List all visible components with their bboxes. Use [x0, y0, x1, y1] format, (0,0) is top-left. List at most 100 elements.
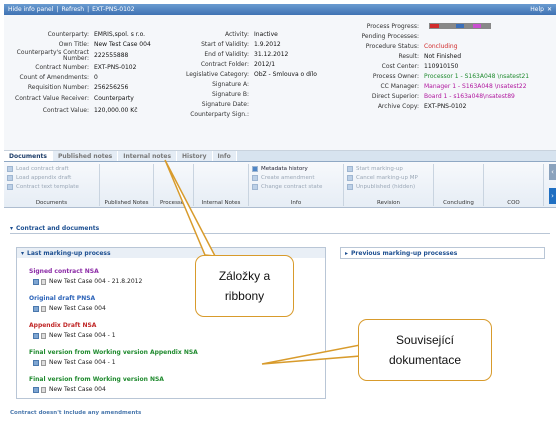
- ribbon-button-label: Load contract draft: [16, 165, 69, 172]
- info-row: Procedure Status: Concluding: [334, 41, 529, 51]
- ribbon-icon: [252, 165, 258, 172]
- callout-related-docs: Související dokumentace: [358, 319, 492, 381]
- word-doc-icon[interactable]: [33, 359, 39, 366]
- info-row: Contract Value: 120,000.00 Kč: [4, 105, 151, 115]
- ribbon-group-info: Metadata history Create amendment Change c…: [249, 164, 344, 206]
- info-row: CC Manager: Manager 1 - S163A048 \nsatest…: [334, 81, 529, 91]
- info-label: Direct Superior:: [371, 92, 419, 100]
- refresh-link[interactable]: Refresh: [61, 6, 84, 13]
- ribbon-button[interactable]: Create amendment: [249, 173, 343, 182]
- info-row: Counterparty's Contract Number: 222555888: [4, 49, 151, 62]
- info-value: 256256256: [94, 83, 129, 91]
- info-value: 31.12.2012: [254, 50, 289, 58]
- ribbon-group-label: Published Notes: [104, 200, 149, 206]
- info-row: Activity: Inactive: [144, 29, 317, 39]
- previous-markup-box[interactable]: ▸ Previous marking-up processes: [340, 247, 545, 259]
- file-icon[interactable]: [41, 386, 46, 393]
- expand-right-icon[interactable]: ›: [549, 188, 556, 204]
- tab-documents[interactable]: Documents: [4, 151, 53, 161]
- info-value: 222555888: [94, 52, 129, 59]
- contract-id: EXT-PNS-0102: [92, 6, 135, 13]
- word-doc-icon[interactable]: [33, 278, 39, 285]
- progress-segment: [472, 24, 482, 28]
- info-label: Archive Copy:: [377, 102, 419, 110]
- info-row: Signature B:: [144, 89, 317, 99]
- ribbon-icon: [252, 174, 258, 181]
- ribbon-button-label: Unpublished (hidden): [356, 183, 416, 190]
- document-title[interactable]: Final version from Working version Appen…: [29, 349, 325, 356]
- tab-history[interactable]: History: [177, 151, 213, 161]
- document-file-label: New Test Case 004 - 1: [49, 332, 116, 339]
- info-row: Start of Validity: 1.9.2012: [144, 39, 317, 49]
- info-label: Signature Date:: [201, 100, 249, 108]
- info-label: Pending Processes:: [361, 32, 420, 40]
- document-item: Appendix Draft NSA New Test Case 004 - 1: [29, 322, 325, 339]
- info-value: 0: [94, 73, 98, 81]
- word-doc-icon[interactable]: [33, 305, 39, 312]
- info-label: Start of Validity:: [201, 40, 249, 48]
- info-row: Pending Processes:: [334, 31, 529, 41]
- info-row: Contract Value Receiver: Counterparty: [4, 92, 151, 105]
- info-label: Procedure Status:: [365, 42, 419, 50]
- info-row: End of Validity: 31.12.2012: [144, 49, 317, 59]
- info-value: Not Finished: [424, 52, 461, 60]
- info-label: Legislative Category:: [185, 70, 249, 78]
- info-row: Signature A:: [144, 79, 317, 89]
- title-bar: Hide info panel | Refresh | EXT-PNS-0102…: [4, 4, 556, 15]
- progress-segment: [438, 24, 448, 28]
- ribbon-button[interactable]: Contract text template: [4, 182, 99, 191]
- ribbon-group-label: Documents: [35, 200, 68, 206]
- document-file[interactable]: New Test Case 004: [33, 386, 325, 393]
- word-doc-icon[interactable]: [33, 332, 39, 339]
- progress-segment: [447, 24, 456, 28]
- ribbon-group-internal-notes: Internal Notes: [194, 164, 249, 206]
- document-file-label: New Test Case 004: [49, 386, 106, 393]
- ribbon-button[interactable]: Start marking-up: [344, 164, 433, 173]
- document-file-label: New Test Case 004 - 21.8.2012: [49, 278, 143, 285]
- ribbon-button[interactable]: Load appendix draft: [4, 173, 99, 182]
- document-file-label: New Test Case 004: [49, 305, 106, 312]
- hide-info-panel-link[interactable]: Hide info panel: [8, 6, 53, 13]
- info-value: EMRIS,spol. s r.o.: [94, 30, 146, 38]
- ribbon-button[interactable]: Change contract state: [249, 182, 343, 191]
- help-link[interactable]: Help: [530, 6, 544, 13]
- ribbon-button-label: Change contract state: [261, 183, 323, 190]
- document-file[interactable]: New Test Case 004 - 1: [33, 332, 325, 339]
- ribbon-button-label: Metadata history: [261, 165, 308, 172]
- ribbon-icon: [347, 165, 353, 172]
- contract-documents-header[interactable]: ▾ Contract and documents: [10, 224, 550, 234]
- close-icon[interactable]: ✕: [547, 6, 552, 13]
- ribbon-button-label: Start marking-up: [356, 165, 403, 172]
- info-label: Contract Value Receiver:: [15, 94, 89, 102]
- document-file[interactable]: New Test Case 004 - 1: [33, 359, 325, 366]
- ribbon-button[interactable]: Metadata history: [249, 164, 343, 173]
- tab-published-notes[interactable]: Published notes: [52, 151, 119, 161]
- document-title[interactable]: Appendix Draft NSA: [29, 322, 325, 329]
- ribbon-group-concluding: Concluding: [434, 164, 484, 206]
- file-icon[interactable]: [41, 359, 46, 366]
- file-icon[interactable]: [41, 278, 46, 285]
- info-row: Process Owner: Processor 1 - S163A048 \ns…: [334, 71, 529, 81]
- ribbon-button[interactable]: Load contract draft: [4, 164, 99, 173]
- ribbon-group-label: Concluding: [443, 200, 474, 206]
- info-value: Concluding: [424, 42, 458, 50]
- info-row: Requisition Number: 256256256: [4, 82, 151, 92]
- ribbon-button[interactable]: Cancel marking-up MP: [344, 173, 433, 182]
- file-icon[interactable]: [41, 332, 46, 339]
- info-value: Board 1 - s163a048\nsatest89: [424, 92, 515, 100]
- info-label: End of Validity:: [204, 50, 249, 58]
- collapse-left-icon[interactable]: ‹: [549, 164, 556, 180]
- info-value: 1.9.2012: [254, 40, 281, 48]
- tab-internal-notes[interactable]: Internal notes: [118, 151, 178, 161]
- file-icon[interactable]: [41, 305, 46, 312]
- info-value: EXT-PNS-0102: [94, 63, 137, 71]
- document-title[interactable]: Final version from Working version NSA: [29, 376, 325, 383]
- info-row: Counterparty: EMRIS,spol. s r.o.: [4, 29, 151, 39]
- info-label: Counterparty's Contract Number:: [16, 48, 89, 62]
- info-row: Direct Superior: Board 1 - s163a048\nsate…: [334, 91, 529, 101]
- info-label: Contract Value:: [42, 106, 89, 114]
- word-doc-icon[interactable]: [33, 386, 39, 393]
- ribbon-icon: [252, 183, 258, 190]
- ribbon-button[interactable]: Unpublished (hidden): [344, 182, 433, 191]
- tab-info[interactable]: Info: [212, 151, 237, 161]
